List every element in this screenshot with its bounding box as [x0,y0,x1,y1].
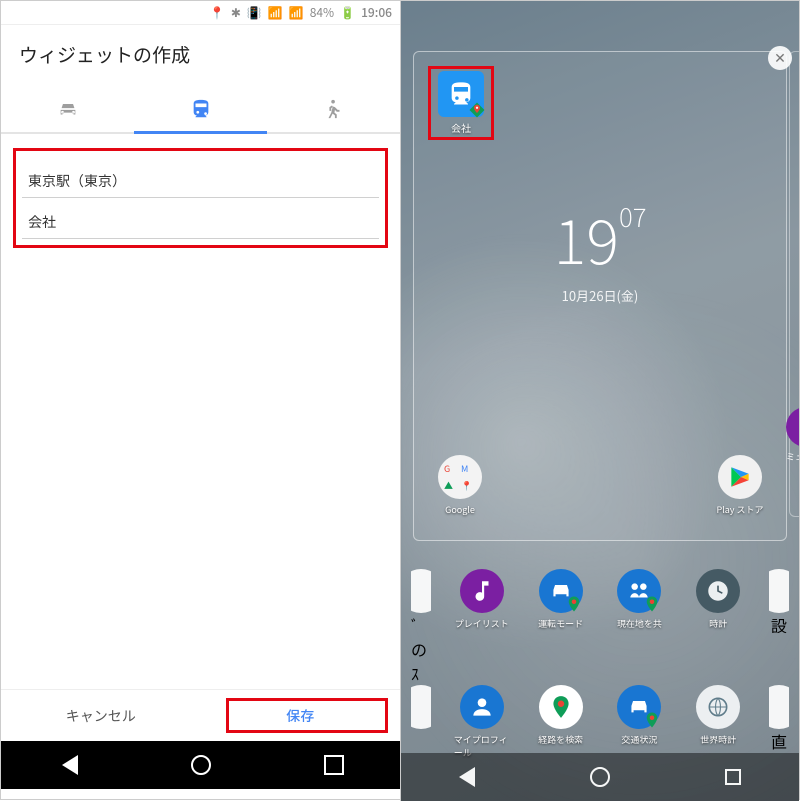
directions-widget[interactable]: 会社 [433,71,489,135]
nav-back[interactable] [459,767,475,787]
preview-app-row: GM▲📍 Google Play ストア [414,455,786,516]
unknown-left[interactable]: ﾞのｽ [411,569,431,685]
my-profile[interactable]: マイプロフィール [454,685,510,759]
unknown-right2[interactable]: 直 [769,685,789,759]
train-widget-icon [438,71,484,117]
widget-highlight: 会社 [428,66,494,140]
from-field[interactable]: 東京駅（東京） [22,157,379,198]
nav-home[interactable] [590,767,610,787]
battery-pct: 84% [310,4,334,21]
share-location[interactable]: 現在地を共 [611,569,667,685]
car-icon [57,98,79,120]
battery-icon: 🔋 [340,4,355,21]
cancel-button[interactable]: キャンセル [1,690,201,741]
traffic[interactable]: 交通状況 [611,685,667,759]
app-drawer: ﾞのｽプレイリスト運転モード現在地を共時計設 マイプロフィール経路を検索交通状況… [401,563,799,753]
status-bar-right [401,1,799,25]
maps-pin-icon [468,101,486,119]
clock-date: 10月26日(金) [414,286,786,305]
driving-mode[interactable]: 運転モード [533,569,589,685]
tab-walk[interactable] [267,86,400,134]
widget-label: 会社 [451,120,471,135]
clock-widget: 1907 10月26日(金) [414,192,786,305]
status-time: 19:06 [361,4,392,21]
nav-bar-right [401,753,799,801]
search-route[interactable]: 経路を検索 [533,685,589,759]
homescreen-preview[interactable]: ✕ 会社 1907 10月26日(金) GM▲📍 Google [413,51,787,541]
fields-highlight: 東京駅（東京） 会社 [13,148,388,248]
status-bar: 📍 ✱ 📳 📶 📶 84% 🔋 19:06 [1,1,400,25]
nav-recent[interactable] [725,769,741,785]
world-clock[interactable]: 世界時計 [690,685,746,759]
to-field[interactable]: 会社 [22,198,379,239]
nav-back[interactable] [58,755,78,775]
clock-app[interactable]: 時計 [690,569,746,685]
wifi-icon: 📶 [268,4,283,21]
unknown-left2[interactable] [411,685,431,759]
train-icon [190,98,212,120]
clock-hour: 19 [554,192,619,282]
bluetooth-icon: ✱ [231,4,241,21]
next-page-preview[interactable]: ミュー [789,51,799,517]
folder-icon: GM▲📍 [438,455,482,499]
vibrate-icon: 📳 [247,4,262,21]
tab-transit[interactable] [134,86,267,134]
playlist[interactable]: プレイリスト [454,569,510,685]
tab-car[interactable] [1,86,134,134]
location-icon: 📍 [210,4,225,21]
signal-icon: 📶 [289,4,304,21]
walk-icon [323,98,345,120]
page-title: ウィジェットの作成 [1,25,400,86]
transport-tabs [1,86,400,134]
nav-bar [1,741,400,789]
save-button[interactable]: 保存 [201,690,401,741]
play-icon [718,455,762,499]
nav-home[interactable] [191,755,211,775]
clock-min: 07 [619,198,646,235]
nav-recent[interactable] [324,755,344,775]
unknown-right[interactable]: 設 [769,569,789,685]
google-folder[interactable]: GM▲📍 Google [432,455,488,516]
play-store[interactable]: Play ストア [712,455,768,516]
